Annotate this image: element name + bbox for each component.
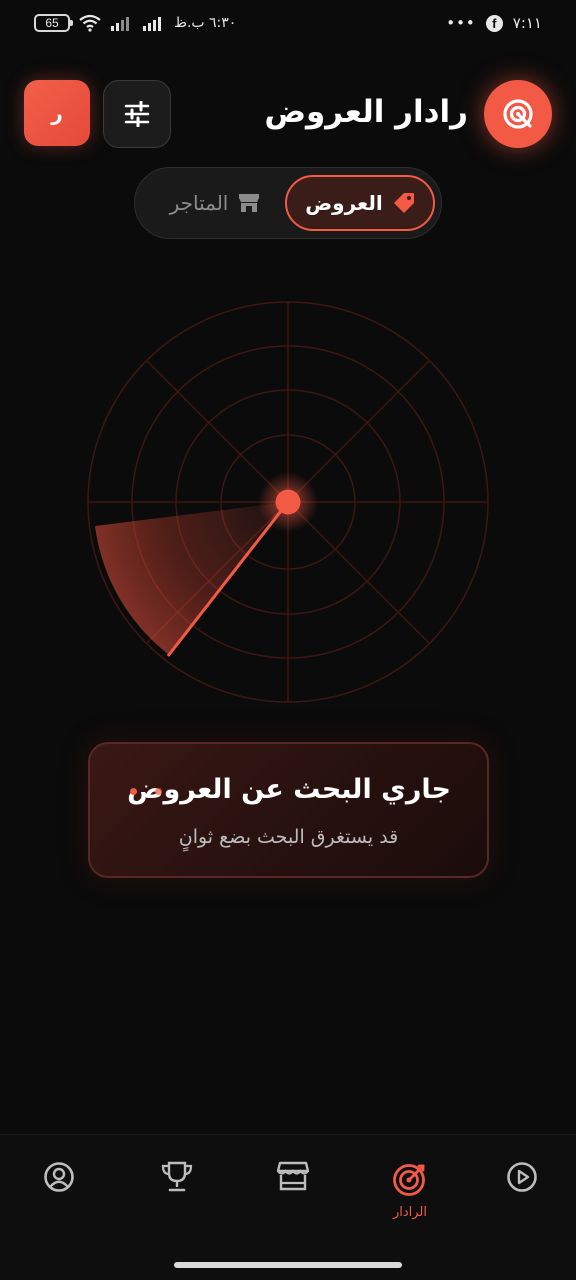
user-avatar-button[interactable]: ر [24, 80, 90, 146]
nav-item-play[interactable] [492, 1161, 552, 1241]
nav-item-radar[interactable]: الرادار [380, 1161, 440, 1241]
status-bar-left: 65 ٦:٣٠ ب.ظ [34, 14, 236, 32]
filter-button[interactable] [103, 80, 171, 148]
tab-bar: العروض المتاجر [134, 167, 442, 239]
radar-sweep [95, 502, 288, 654]
tab-offers[interactable]: العروض [285, 175, 435, 231]
radar-center-dot [275, 489, 301, 515]
more-notifications-indicator: ••• [446, 14, 476, 32]
nav-item-radar-label: الرادار [392, 1205, 428, 1220]
page-title: رادار العروض [264, 94, 468, 130]
tab-stores[interactable]: المتاجر [145, 175, 285, 231]
status-time-secondary: ٦:٣٠ ب.ظ [174, 15, 237, 31]
loading-dot [155, 788, 162, 795]
trophy-icon [161, 1161, 193, 1192]
facebook-icon: f [485, 14, 503, 32]
search-status-subtitle: قد يستغرق البحث بضع ثوانٍ [178, 826, 399, 848]
radar-icon [393, 1164, 425, 1196]
signal-icon [111, 17, 129, 31]
tag-icon [393, 193, 414, 213]
tab-offers-label: العروض [305, 191, 383, 215]
search-status-title: جاري البحث عن العروض [127, 774, 451, 805]
wifi-icon [79, 14, 101, 32]
battery-icon: 65 [34, 14, 73, 32]
status-time: ٧:١١ [512, 14, 542, 32]
sliders-icon [124, 101, 150, 127]
store-icon [239, 194, 260, 212]
search-status-card: جاري البحث عن العروض قد يستغرق البحث بضع… [88, 742, 489, 878]
bottom-nav: الرادار [0, 1134, 576, 1280]
app-logo [484, 80, 552, 148]
signal-icon [143, 17, 161, 31]
nav-item-leaderboard[interactable] [147, 1161, 207, 1241]
user-circle-icon [44, 1162, 74, 1192]
loading-dots [130, 788, 162, 795]
play-circle-icon [507, 1162, 537, 1192]
home-indicator[interactable] [174, 1262, 402, 1268]
status-bar: 65 ٦:٣٠ ب.ظ ••• f ٧:١١ [0, 0, 576, 50]
radar-display [87, 301, 489, 703]
status-bar-right: ••• f ٧:١١ [446, 14, 542, 32]
nav-item-profile[interactable] [29, 1161, 89, 1241]
radar-target-icon [503, 99, 533, 129]
tab-stores-label: المتاجر [169, 191, 229, 215]
loading-dot [130, 788, 137, 795]
store-icon [277, 1161, 309, 1191]
nav-item-stores[interactable] [263, 1161, 323, 1241]
